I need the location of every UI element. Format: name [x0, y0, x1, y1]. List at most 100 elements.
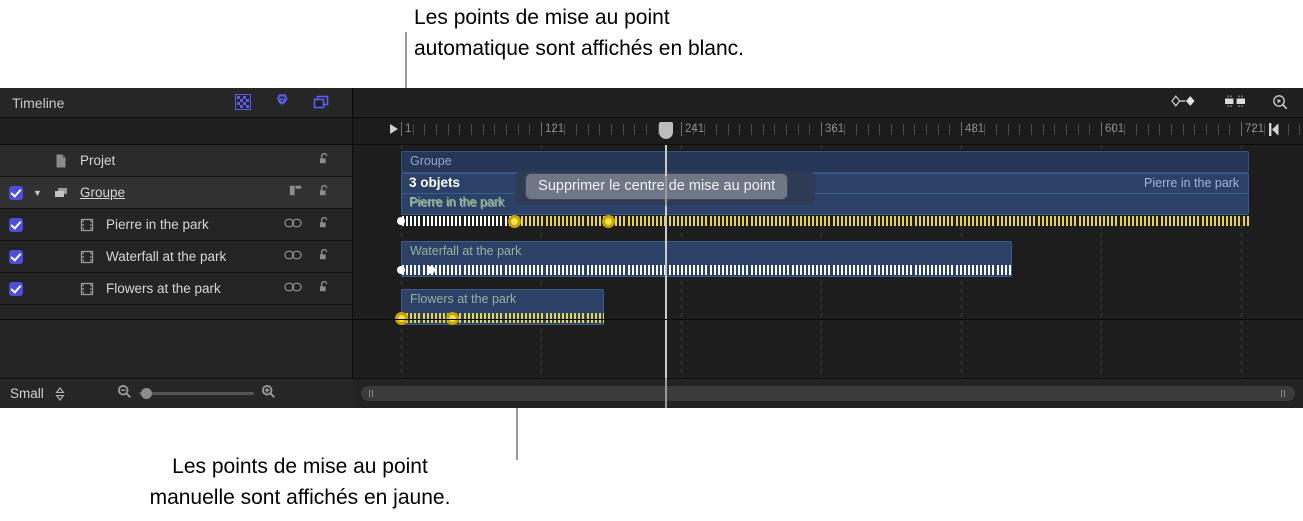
focus-tick	[766, 265, 769, 275]
focus-tick	[955, 216, 958, 226]
focus-tick	[955, 265, 958, 275]
focus-tick	[578, 313, 581, 323]
layer-row-icons	[288, 183, 332, 203]
focus-tick	[451, 216, 454, 226]
zoom-out-icon[interactable]	[117, 384, 132, 404]
ruler-tick	[506, 124, 507, 135]
group-object-count: 3 objets	[409, 175, 461, 190]
zoom-slider-knob[interactable]	[140, 388, 152, 399]
focus-tick	[475, 265, 478, 275]
focus-tick	[1017, 216, 1019, 226]
focus-point-auto[interactable]	[397, 266, 405, 274]
focus-tick	[479, 313, 482, 323]
focus-tick	[922, 265, 925, 275]
layer-row-groupe[interactable]: ▼ Groupe	[0, 177, 352, 209]
zoom-slider[interactable]	[138, 388, 254, 399]
scrollbar-thumb[interactable]	[361, 386, 1295, 401]
layer-list-header-icons	[235, 93, 340, 111]
focus-tick	[504, 265, 507, 275]
focus-tick	[1156, 216, 1159, 226]
timeline-ruler[interactable]: 1 121 241 361 481 601 721	[353, 118, 1303, 145]
grip-icon	[1281, 390, 1287, 397]
layer-visibility-checkbox[interactable]	[9, 185, 23, 200]
focus-tick	[1045, 216, 1048, 226]
focus-tick	[926, 216, 929, 226]
focus-tick	[582, 313, 585, 323]
timeline-header	[353, 88, 1303, 118]
focus-tick	[1074, 216, 1077, 226]
focus-tick	[676, 216, 679, 226]
chevron-down-icon[interactable]: ▼	[33, 188, 47, 198]
link-icon[interactable]	[284, 216, 303, 234]
keyframe-icon[interactable]	[1171, 94, 1198, 111]
focus-tick	[520, 265, 523, 275]
playhead-handle[interactable]	[658, 122, 673, 139]
clip-label: Pierre in the park	[1144, 176, 1240, 190]
focus-tick	[414, 313, 417, 323]
focus-point-auto[interactable]	[397, 217, 405, 225]
link-icon[interactable]	[284, 248, 303, 266]
layer-row-projet[interactable]: Projet	[0, 145, 352, 177]
layer-visibility-checkbox[interactable]	[9, 249, 23, 264]
ruler-tick	[611, 124, 612, 135]
focus-tick	[488, 216, 491, 226]
focus-tick	[1131, 216, 1134, 226]
trim-icon[interactable]	[1224, 94, 1246, 111]
link-icon[interactable]	[284, 280, 303, 298]
layer-visibility-checkbox[interactable]	[9, 217, 23, 232]
mask-icon[interactable]	[288, 183, 303, 203]
focus-tick	[410, 313, 413, 323]
gear-icon[interactable]	[274, 93, 291, 111]
checkerboard-icon[interactable]	[235, 94, 252, 111]
focus-tick	[877, 265, 880, 275]
ruler-tick	[634, 124, 636, 135]
stepper-updown-icon[interactable]	[55, 386, 65, 401]
ruler-label: 241	[685, 123, 705, 135]
layer-row-pierre-in-the-park[interactable]: Pierre in the park	[0, 209, 352, 241]
focus-tick	[803, 265, 806, 275]
focus-tick	[553, 313, 556, 323]
lock-open-icon[interactable]	[317, 151, 332, 171]
clip-label: Waterfall at the park	[410, 244, 522, 258]
zoom-in-icon[interactable]	[261, 384, 276, 404]
focus-tick	[684, 265, 687, 275]
focus-tick	[668, 216, 671, 226]
lock-open-icon[interactable]	[317, 279, 332, 299]
layer-row-flowers-at-the-park[interactable]: Flowers at the park	[0, 273, 352, 305]
focus-tick	[1090, 216, 1093, 226]
focus-point-manual[interactable]	[394, 311, 408, 325]
row-size-value[interactable]: Small	[10, 386, 44, 401]
layer-visibility-checkbox[interactable]	[9, 281, 23, 296]
lock-open-icon[interactable]	[317, 215, 332, 235]
focus-point-manual[interactable]	[445, 311, 459, 325]
focus-tick	[1008, 265, 1011, 275]
lock-open-icon[interactable]	[317, 183, 332, 203]
focus-tick	[980, 265, 983, 275]
play-out-marker-icon[interactable]	[1269, 123, 1279, 136]
layers-icon[interactable]	[313, 94, 330, 111]
focus-tick	[443, 216, 445, 226]
focus-tick	[873, 265, 876, 275]
focus-strip-pierre-in-the-park[interactable]	[401, 215, 1249, 227]
horizontal-scrollbar[interactable]	[353, 378, 1303, 408]
ruler-tick	[797, 124, 799, 135]
lock-open-icon[interactable]	[317, 247, 332, 267]
timeline-clip-groupe[interactable]: Groupe	[401, 151, 1250, 173]
focus-tick	[516, 313, 519, 323]
focus-tick	[471, 313, 474, 323]
focus-point-manual[interactable]	[507, 214, 521, 228]
focus-tick	[467, 265, 470, 275]
layer-row-waterfall-at-the-park[interactable]: Waterfall at the park	[0, 241, 352, 273]
focus-strip-flowers-at-the-park[interactable]	[401, 312, 604, 324]
focus-tick	[607, 265, 609, 275]
focus-point-manual[interactable]	[602, 214, 616, 228]
focus-tick	[791, 216, 794, 226]
focus-tick	[619, 265, 622, 275]
timeline-layer-list: Timeline Projet ▼ Groupe Pierre in the p…	[0, 88, 353, 408]
ruler-tick	[1089, 124, 1091, 135]
zoom-search-icon[interactable]	[1272, 94, 1289, 111]
ruler-tick	[517, 124, 519, 135]
play-in-marker-icon[interactable]	[390, 124, 398, 134]
ruler-tick	[471, 124, 472, 135]
focus-strip-waterfall-at-the-park[interactable]	[401, 264, 1012, 276]
